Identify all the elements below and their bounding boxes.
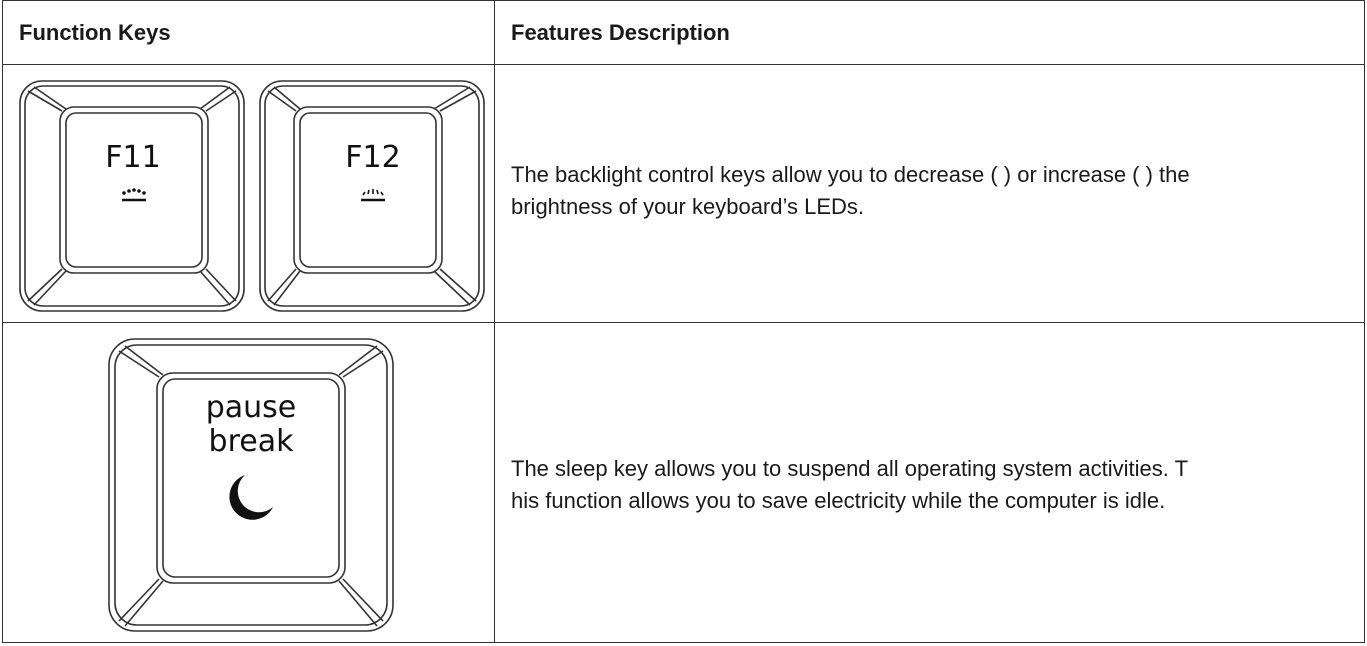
column-divider [494, 1, 495, 642]
header-features-description: Features Description [511, 20, 730, 45]
break-label: break [209, 424, 295, 459]
row2-description: The sleep key allows you to suspend all … [511, 453, 1351, 517]
row1-keys-illustration: F11 F12 [19, 80, 485, 312]
f11-key [19, 80, 245, 312]
header-divider [3, 64, 1364, 65]
f11-label: F11 [105, 140, 160, 175]
row1-description: The backlight control keys allow you to … [511, 159, 1351, 223]
row2-description-line1: The sleep key allows you to suspend all … [511, 456, 1189, 481]
row2-description-line2: his function allows you to save electric… [511, 488, 1166, 513]
row1-description-line1: The backlight control keys allow you to … [511, 162, 1190, 187]
row1-description-line2: brightness of your keyboard’s LEDs. [511, 194, 864, 219]
moon-icon [229, 475, 273, 520]
f12-key [259, 80, 485, 312]
function-keys-table: Function Keys Features Description F11 F… [2, 0, 1365, 643]
brightness-down-icon [122, 188, 146, 202]
pause-label: pause [206, 390, 297, 425]
row2-key-illustration: pause break [108, 338, 394, 632]
header-function-keys: Function Keys [19, 20, 171, 45]
row-divider [3, 322, 1364, 323]
f12-label: F12 [345, 140, 400, 175]
brightness-up-icon [361, 189, 385, 202]
pause-break-key [108, 338, 394, 632]
